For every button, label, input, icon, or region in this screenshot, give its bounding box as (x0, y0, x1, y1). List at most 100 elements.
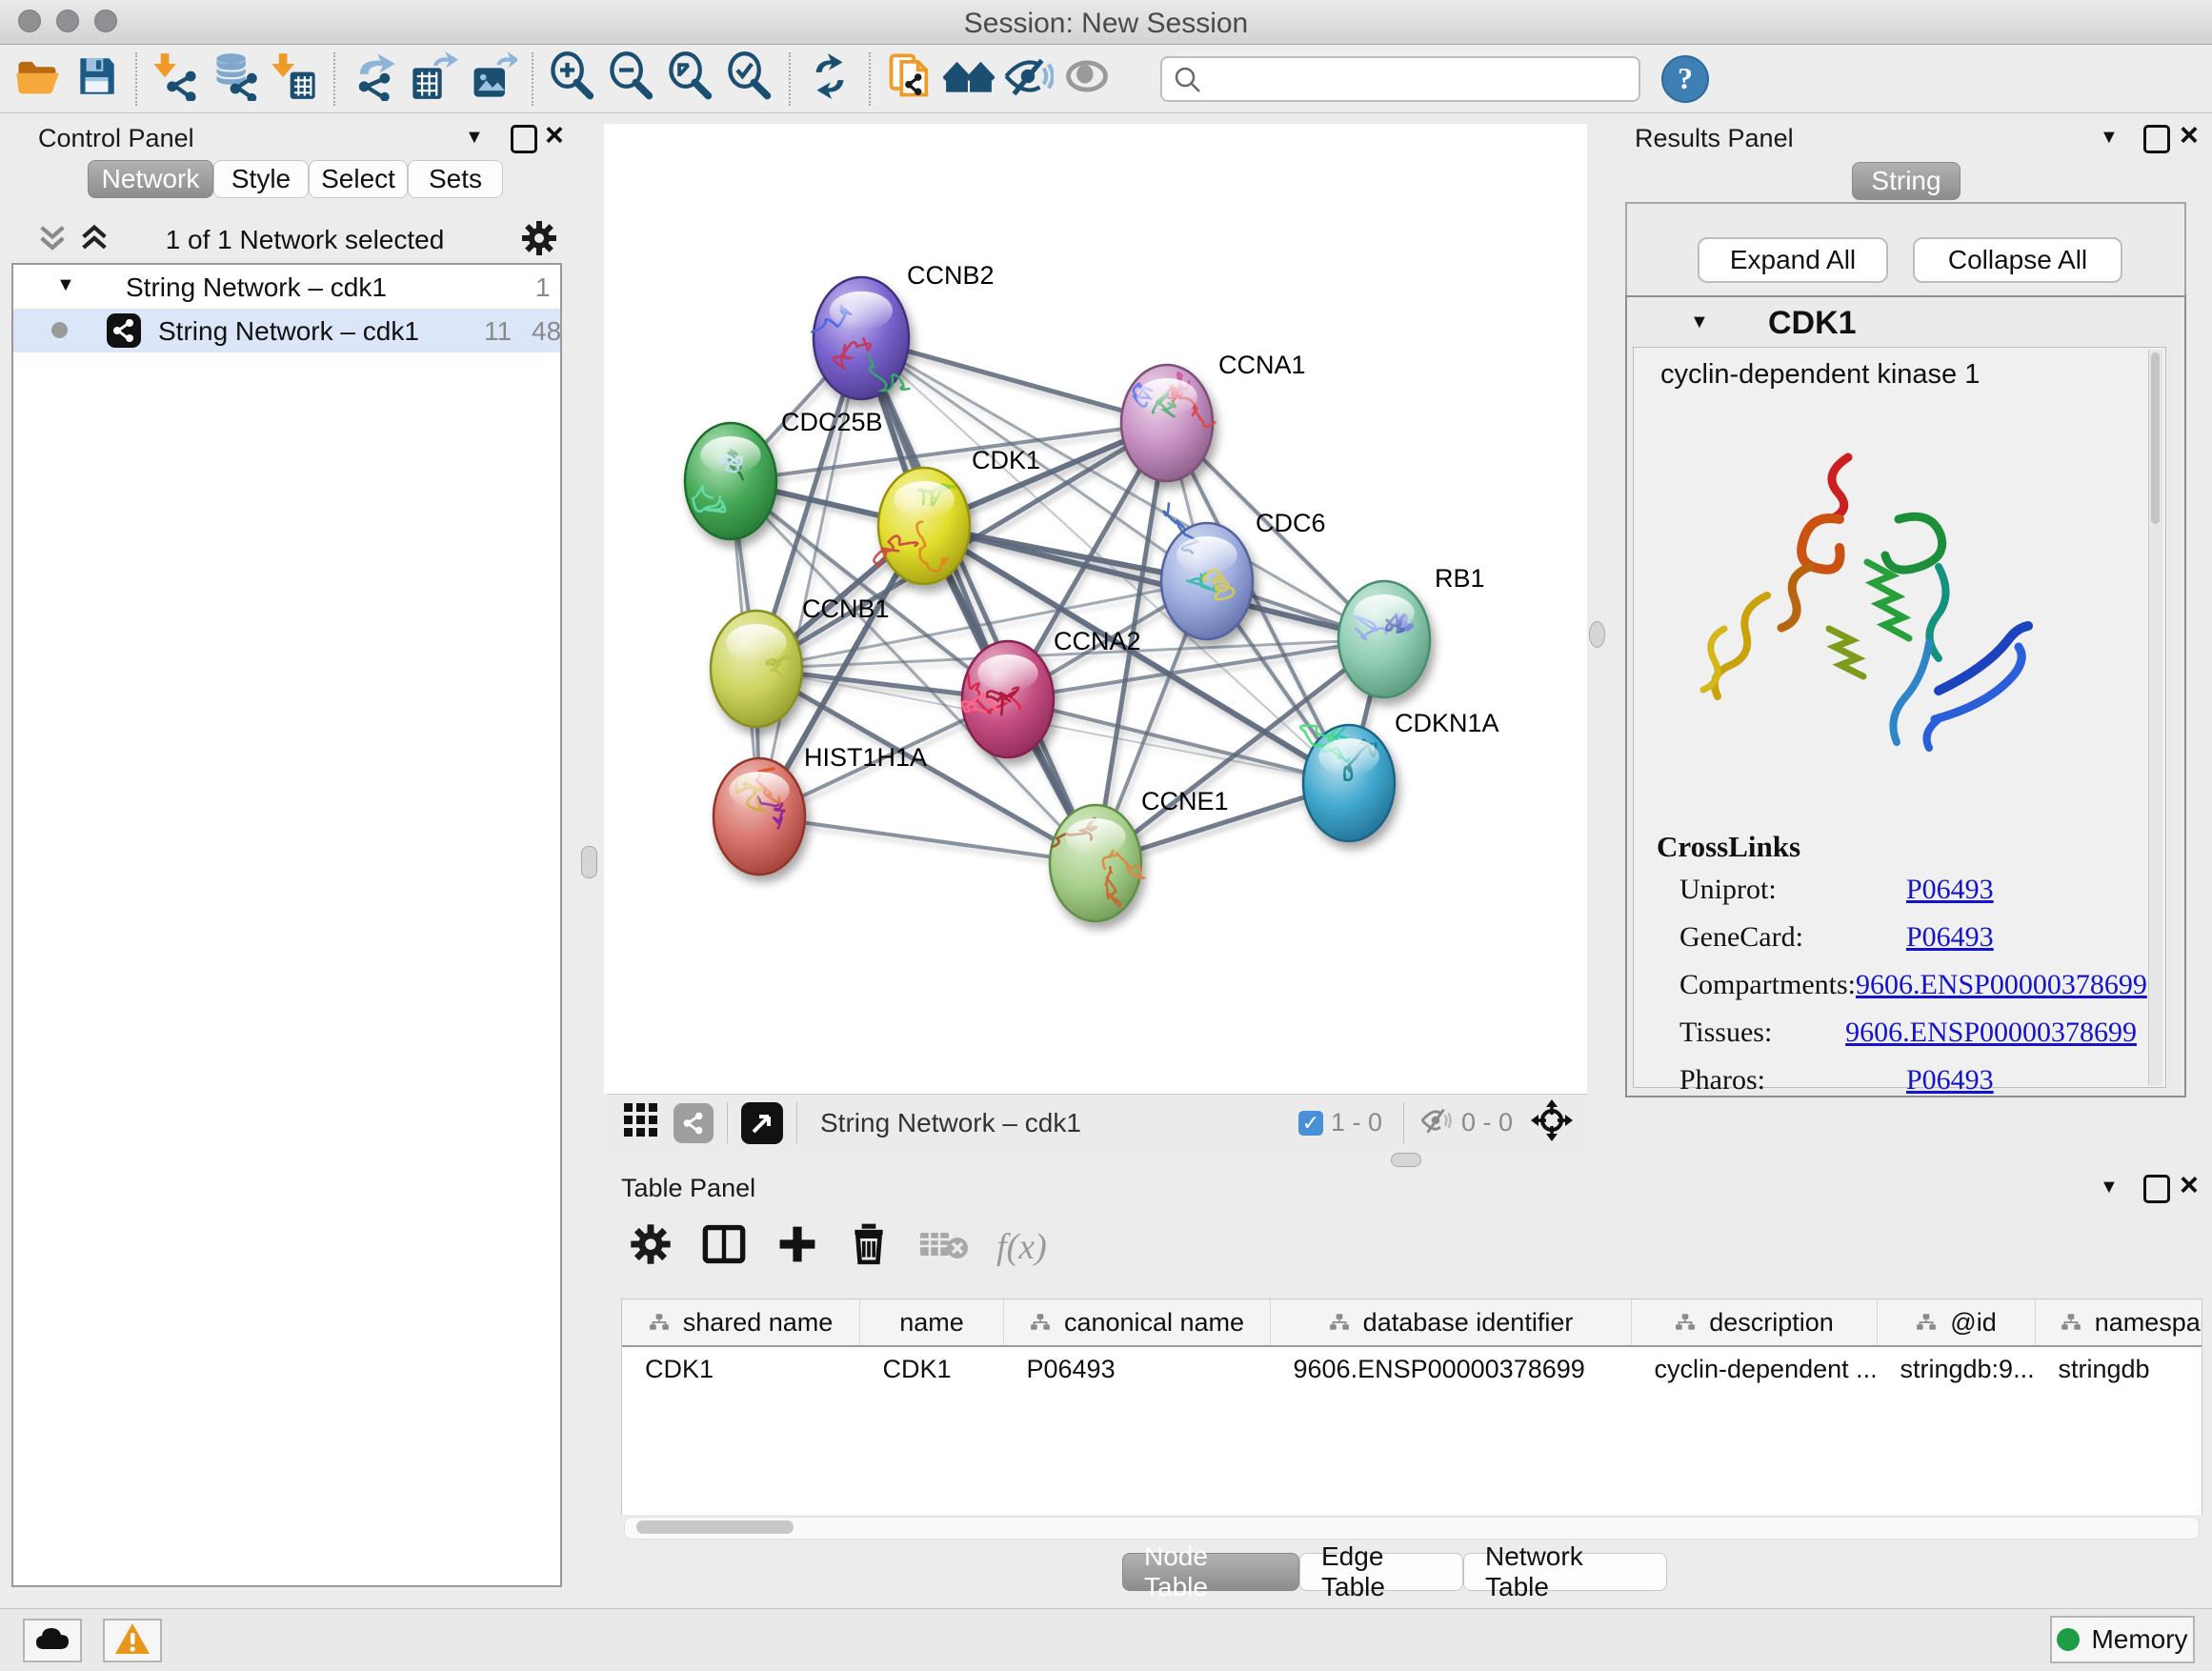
collection-expand-icon[interactable]: ▼ (56, 274, 75, 296)
results-panel-close-icon[interactable]: × (2180, 125, 2199, 146)
expand-all-networks-icon[interactable] (78, 223, 111, 258)
protein-structure-image (1653, 405, 2062, 791)
collection-count: 1 (535, 272, 551, 303)
add-column-icon[interactable] (775, 1222, 819, 1271)
column-header-namespac[interactable]: namespac (2036, 1299, 2203, 1346)
table-row[interactable]: CDK1CDK1P064939606.ENSP00000378699cyclin… (622, 1346, 2202, 1391)
save-session-button[interactable] (67, 50, 126, 108)
apply-layout-button[interactable] (800, 50, 859, 108)
search-input[interactable] (1206, 60, 1629, 94)
collapse-all-networks-icon[interactable] (36, 223, 69, 258)
save-floppy-icon (72, 52, 120, 105)
network-row-selected[interactable]: String Network – cdk1 11 48 (13, 309, 560, 352)
results-scrollbar-thumb[interactable] (2151, 352, 2160, 524)
import-network-file-button[interactable] (147, 50, 206, 108)
application-window: Session: New Session ? Control Panel ▼ (0, 0, 2212, 1671)
tab-network[interactable]: Network (88, 160, 213, 198)
column-header-name[interactable]: name (860, 1299, 1004, 1346)
column-header-database-identifier[interactable]: database identifier (1271, 1299, 1632, 1346)
show-all-button[interactable] (1057, 50, 1116, 108)
warning-status-button[interactable] (103, 1619, 162, 1662)
crosslink-link[interactable]: P06493 (1906, 874, 1994, 906)
table-panel-float-icon[interactable] (2143, 1175, 2170, 1203)
birdseye-grid-icon[interactable] (622, 1101, 660, 1144)
tab-edge-table[interactable]: Edge Table (1299, 1553, 1463, 1591)
column-header-description[interactable]: description (1632, 1299, 1878, 1346)
first-neighbors-button[interactable] (939, 50, 998, 108)
tab-node-table[interactable]: Node Table (1122, 1553, 1299, 1591)
node-CCNB1[interactable]: CCNB1 (711, 594, 890, 727)
bottom-splitter-handle[interactable] (1391, 1153, 1421, 1167)
delete-table-icon[interactable] (918, 1225, 968, 1268)
table-panel-close-icon[interactable]: × (2180, 1175, 2199, 1196)
hidden-eye-icon[interactable] (1418, 1104, 1454, 1141)
cloud-status-button[interactable] (23, 1619, 82, 1662)
crosslink-link[interactable]: P06493 (1906, 1064, 1994, 1097)
open-session-button[interactable] (8, 50, 67, 108)
node-HIST1H1A[interactable]: HIST1H1A (714, 743, 927, 875)
edge-HIST1H1A-CCNE1[interactable] (759, 816, 1096, 863)
tab-network-table[interactable]: Network Table (1463, 1553, 1667, 1591)
tab-sets[interactable]: Sets (408, 160, 503, 198)
control-panel-collapse-icon[interactable]: ▼ (465, 127, 484, 149)
copy-network-button[interactable] (880, 50, 939, 108)
string-style-icon[interactable] (674, 1103, 714, 1143)
export-network-button[interactable] (345, 50, 404, 108)
fit-crosshair-icon[interactable] (1530, 1098, 1574, 1147)
control-panel-float-icon[interactable] (511, 125, 537, 153)
network-options-gear-icon[interactable] (520, 219, 558, 262)
open-in-new-window-icon[interactable] (741, 1102, 783, 1144)
node-CCNA1[interactable]: CCNA1 (1121, 351, 1306, 481)
column-header-shared-name[interactable]: shared name (622, 1299, 860, 1346)
column-header--id[interactable]: @id (1878, 1299, 2036, 1346)
collapse-all-button[interactable]: Collapse All (1913, 237, 2122, 283)
control-panel-close-icon[interactable]: × (545, 125, 564, 146)
memory-button[interactable]: Memory (2050, 1616, 2195, 1663)
node-CCNB2[interactable]: CCNB2 (812, 261, 994, 399)
zoom-out-button[interactable] (602, 50, 661, 108)
hierarchy-icon (1916, 1308, 1937, 1338)
results-panel-float-icon[interactable] (2143, 125, 2170, 153)
right-splitter-handle[interactable] (1589, 621, 1605, 648)
network-collection-row[interactable]: ▼ String Network – cdk1 1 (13, 267, 560, 309)
zoom-fit-button[interactable] (661, 50, 720, 108)
export-table-button[interactable] (404, 50, 463, 108)
eye-icon (1062, 51, 1112, 106)
main-toolbar: ? (0, 45, 2212, 113)
table-panel-collapse-icon[interactable]: ▼ (2100, 1177, 2119, 1198)
edge-CCNB2-CCNE1[interactable] (861, 338, 1096, 863)
title-bar: Session: New Session (0, 0, 2212, 45)
houses-icon (943, 50, 995, 107)
zoom-in-button[interactable] (543, 50, 602, 108)
gene-collapse-icon[interactable]: ▼ (1690, 312, 1709, 333)
delete-column-icon[interactable] (848, 1222, 890, 1271)
show-columns-icon[interactable] (701, 1221, 747, 1272)
results-panel-collapse-icon[interactable]: ▼ (2100, 127, 2119, 149)
table-cell: 9606.ENSP00000378699 (1271, 1346, 1632, 1391)
function-builder-button[interactable]: f(x) (996, 1226, 1047, 1268)
help-button[interactable]: ? (1661, 55, 1709, 103)
column-header-canonical-name[interactable]: canonical name (1004, 1299, 1271, 1346)
expand-all-button[interactable]: Expand All (1698, 237, 1888, 283)
crosslink-link[interactable]: 9606.ENSP00000378699 (1856, 969, 2147, 1001)
tab-string[interactable]: String (1852, 162, 1961, 200)
zoom-selected-button[interactable] (720, 50, 779, 108)
table-hscrollbar-thumb[interactable] (636, 1520, 794, 1534)
hide-selected-button[interactable] (998, 50, 1057, 108)
import-table-button[interactable] (265, 50, 324, 108)
crosslink-link[interactable]: P06493 (1906, 921, 1994, 954)
node-RB1[interactable]: RB1 (1338, 564, 1485, 697)
tab-style[interactable]: Style (213, 160, 309, 198)
left-splitter-handle[interactable] (581, 846, 597, 878)
export-network-icon (350, 51, 399, 106)
table-gear-icon[interactable] (629, 1222, 673, 1271)
export-image-button[interactable] (463, 50, 522, 108)
tab-select[interactable]: Select (309, 160, 408, 198)
selected-counts: 1 - 0 (1331, 1108, 1382, 1137)
node-CCNE1[interactable]: CCNE1 (1050, 787, 1229, 921)
crosslink-link[interactable]: 9606.ENSP00000378699 (1845, 1017, 2137, 1049)
node-CDKN1A[interactable]: CDKN1A (1300, 709, 1498, 841)
selected-nodes-checkbox[interactable]: ✓ (1298, 1111, 1323, 1136)
network-canvas[interactable]: CCNB2CCNA1CDC25BCDK1CDC6RB1CCNB1CCNA2CDK… (604, 124, 1587, 1094)
import-network-database-button[interactable] (206, 50, 265, 108)
